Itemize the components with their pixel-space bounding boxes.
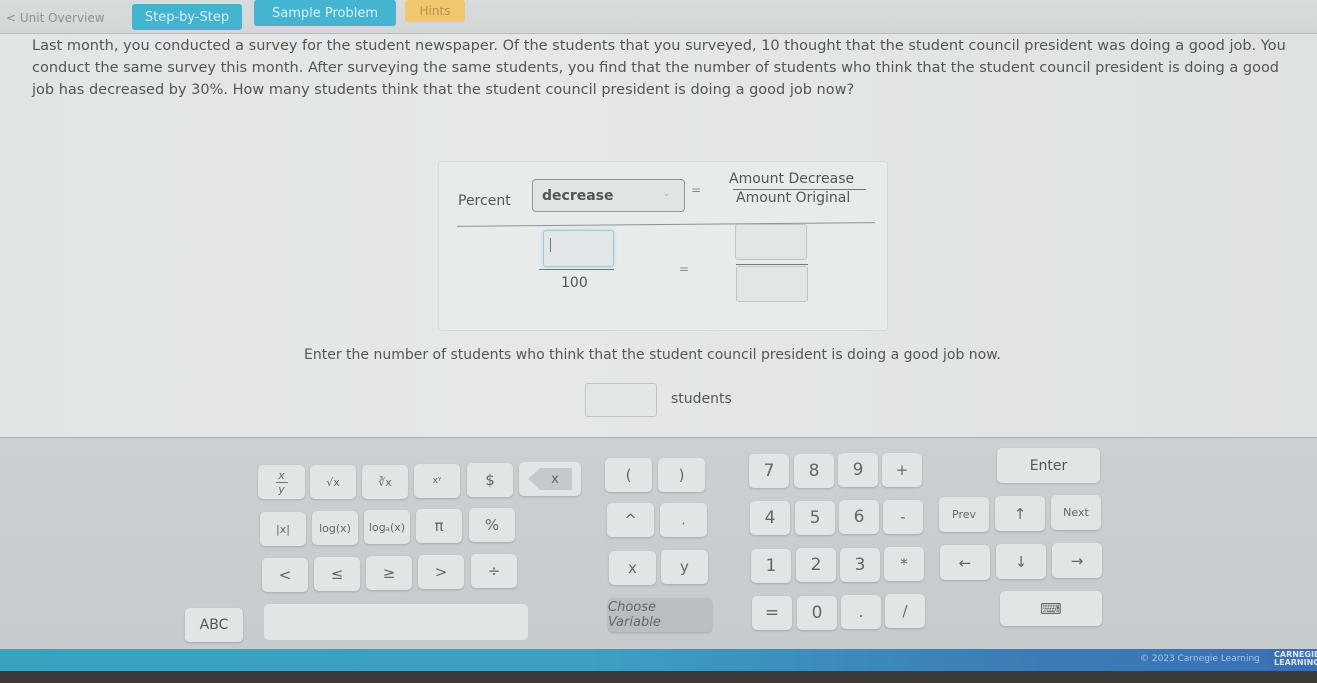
less-than-key[interactable]: < [262, 558, 308, 592]
nth-root-key[interactable]: ∛x [362, 465, 408, 499]
key-7[interactable]: 7 [749, 454, 789, 488]
power-key[interactable]: xʸ [414, 464, 460, 498]
slash-key[interactable]: / [885, 594, 925, 628]
greater-than-key[interactable]: > [418, 555, 464, 589]
key-8[interactable]: 8 [794, 454, 834, 488]
percent-denominator: 100 [561, 275, 588, 291]
fraction-bar [539, 269, 614, 270]
abc-key[interactable]: ABC [185, 608, 243, 642]
fraction-key[interactable]: xy [258, 465, 305, 499]
arrow-down-icon: ↓ [1014, 552, 1028, 571]
ratio-numerator-label: Amount Decrease [729, 171, 855, 187]
greater-equal-key[interactable]: ≥ [366, 556, 412, 590]
close-paren-key[interactable]: ) [658, 458, 705, 492]
key-5[interactable]: 5 [795, 501, 835, 535]
arrow-up-icon: ↑ [1013, 504, 1027, 523]
left-arrow-key[interactable]: ← [940, 545, 990, 580]
proportion-card: Percent decrease ⌄ = Amount Decrease Amo… [438, 161, 888, 331]
tab-step-by-step[interactable]: Step-by-Step [132, 4, 242, 30]
keyboard-icon: ⌨ [1040, 599, 1062, 618]
key-4[interactable]: 4 [750, 501, 790, 535]
log-key[interactable]: log(x) [312, 511, 358, 545]
ratio-denominator-label: Amount Original [736, 190, 851, 206]
equals-key[interactable]: = [752, 596, 792, 630]
plus-key[interactable]: + [882, 453, 922, 487]
students-unit-label: students [671, 391, 732, 407]
key-1[interactable]: 1 [751, 549, 791, 583]
absolute-value-key[interactable]: |x| [260, 512, 306, 546]
tab-hints[interactable]: Hints [405, 0, 465, 22]
dollar-key[interactable]: $ [467, 463, 513, 497]
multiply-key[interactable]: * [884, 547, 924, 581]
comma-key[interactable]: , [660, 503, 707, 537]
open-paren-key[interactable]: ( [605, 458, 652, 492]
answer-prompt: Enter the number of students who think t… [304, 347, 1001, 363]
chevron-down-icon: ⌄ [662, 189, 670, 199]
percent-key[interactable]: % [469, 508, 515, 542]
choose-variable-button[interactable]: Choose Variable [608, 598, 712, 632]
prev-button[interactable]: Prev [939, 497, 989, 532]
problem-content: Last month, you conducted a survey for t… [0, 35, 1317, 437]
backspace-icon: x [528, 468, 572, 490]
students-answer-input[interactable] [585, 383, 657, 417]
up-arrow-key[interactable]: ↑ [995, 496, 1045, 531]
equals-sign: = [679, 262, 690, 276]
next-button[interactable]: Next [1051, 495, 1101, 530]
amount-decrease-input[interactable] [735, 224, 807, 260]
math-keypad: xy √x ∛x xʸ $ x ( ) |x| log(x) logₐ(x) π… [0, 437, 1317, 649]
enter-button[interactable]: Enter [997, 448, 1100, 483]
divide-key[interactable]: ÷ [471, 554, 517, 588]
key-0[interactable]: 0 [797, 596, 837, 630]
key-6[interactable]: 6 [839, 500, 879, 534]
key-3[interactable]: 3 [840, 548, 880, 582]
percent-type-value: decrease [542, 188, 614, 204]
problem-line: Last month, you conducted a survey for t… [32, 38, 1286, 54]
tab-sample-problem[interactable]: Sample Problem [254, 0, 396, 26]
text-entry-field[interactable] [264, 604, 528, 640]
equals-sign: = [691, 183, 702, 197]
percent-input[interactable] [543, 230, 614, 267]
caret-key[interactable]: ^ [607, 503, 654, 537]
decimal-key[interactable]: . [841, 595, 881, 629]
arrow-left-icon: ← [958, 553, 972, 572]
arrow-right-icon: → [1070, 551, 1084, 570]
fraction-bar [736, 264, 808, 265]
problem-line: job has decreased by 30%. How many stude… [32, 82, 855, 98]
problem-line: conduct the same survey this month. Afte… [32, 60, 1280, 76]
amount-original-input[interactable] [736, 266, 808, 302]
minus-key[interactable]: - [883, 500, 923, 534]
top-nav-bar: < Unit Overview Step-by-Step Sample Prob… [0, 0, 1317, 34]
down-arrow-key[interactable]: ↓ [996, 544, 1046, 579]
copyright-text: © 2023 Carnegie Learning [1140, 654, 1260, 664]
backspace-key[interactable]: x [519, 462, 581, 496]
carnegie-learning-logo: CARNEGIE LEARNING [1274, 650, 1317, 667]
percent-type-select[interactable]: decrease ⌄ [532, 179, 685, 212]
screen-bezel [0, 671, 1317, 683]
unit-overview-link[interactable]: < Unit Overview [6, 11, 105, 25]
log-base-key[interactable]: logₐ(x) [364, 510, 410, 544]
key-9[interactable]: 9 [838, 453, 878, 487]
divider [457, 222, 875, 227]
percent-label: Percent [458, 193, 511, 209]
variable-y-key[interactable]: y [661, 550, 708, 584]
fraction-icon: xy [275, 470, 288, 495]
less-equal-key[interactable]: ≤ [314, 557, 360, 591]
variable-x-key[interactable]: x [609, 551, 656, 585]
keyboard-toggle-button[interactable]: ⌨ [1000, 591, 1102, 626]
footer-bar: © 2023 Carnegie Learning CARNEGIE LEARNI… [0, 649, 1317, 671]
text-caret [550, 238, 551, 252]
sqrt-key[interactable]: √x [310, 465, 356, 499]
right-arrow-key[interactable]: → [1052, 543, 1102, 578]
pi-key[interactable]: π [416, 509, 462, 543]
key-2[interactable]: 2 [796, 548, 836, 582]
